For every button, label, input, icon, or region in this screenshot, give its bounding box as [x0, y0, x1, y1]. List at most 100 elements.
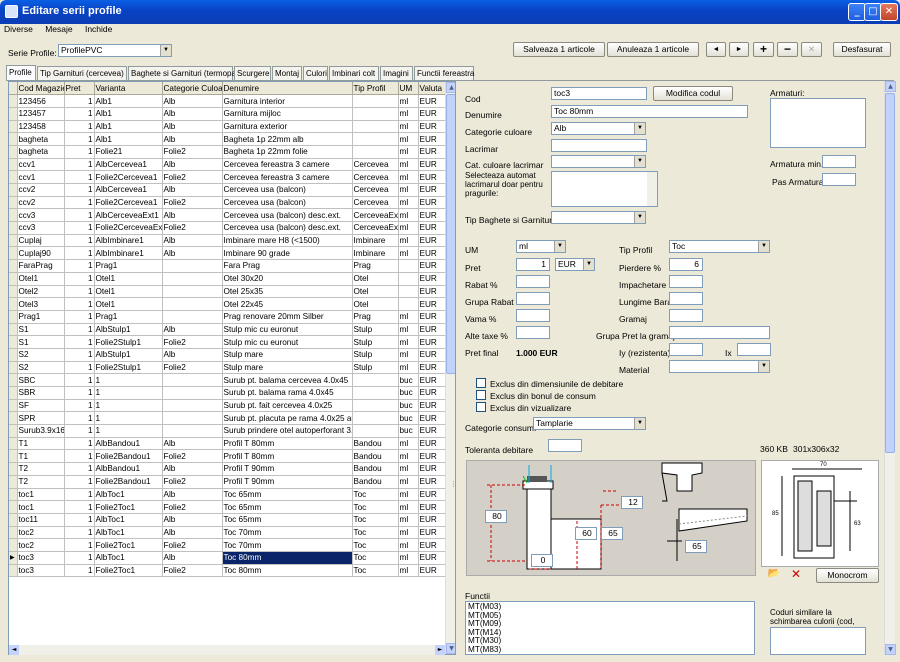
table-cell[interactable]: 1	[64, 348, 95, 362]
table-cell[interactable]: T1	[17, 449, 65, 464]
tab-montaj[interactable]: Montaj	[272, 66, 302, 80]
table-cell[interactable]: ml	[398, 145, 419, 159]
table-cell[interactable]: Stulp mic cu euronut	[222, 323, 353, 337]
table-cell[interactable]: EUR	[418, 348, 447, 362]
table-cell[interactable]: 1	[64, 297, 95, 311]
table-cell[interactable]: Toc	[352, 564, 399, 578]
table-cell[interactable]: SBR	[17, 386, 65, 400]
table-cell[interactable]: Garnitura exterior	[222, 120, 353, 134]
table-row[interactable]: FaraPrag 1 Prag1 Fara Prag Prag EUR	[9, 259, 447, 273]
table-cell[interactable]	[398, 297, 419, 311]
table-cell[interactable]: S2	[17, 348, 65, 362]
menu-mesaje[interactable]: Mesaje	[45, 24, 72, 34]
table-cell[interactable]: Stulp mare	[222, 348, 353, 362]
table-cell[interactable]	[352, 411, 399, 426]
panel-scrollbar[interactable]: ▲ ▼	[884, 81, 896, 655]
table-cell[interactable]: S1	[17, 323, 65, 337]
selecteaza-memo[interactable]	[551, 171, 658, 207]
table-cell[interactable]: Cercevea	[352, 196, 399, 210]
tab-tip-garnituri[interactable]: Tip Garnituri (cercevea)	[37, 66, 127, 80]
row-indicator[interactable]	[9, 488, 18, 502]
table-cell[interactable]: Garnitura mijloc	[222, 107, 353, 121]
table-cell[interactable]: 1	[64, 221, 95, 235]
table-cell[interactable]: 1	[64, 145, 95, 159]
row-indicator[interactable]	[9, 94, 18, 108]
table-row[interactable]: S2 1 AlbStulp1 Alb Stulp mare Stulp ml EUR	[9, 348, 447, 362]
exclus-bon-checkbox[interactable]	[476, 390, 486, 400]
table-cell[interactable]: T2	[17, 462, 65, 476]
toleranta-field[interactable]	[548, 439, 582, 452]
table-cell[interactable]: buc	[398, 373, 419, 387]
column-header[interactable]: Varianta	[94, 82, 163, 96]
table-cell[interactable]: EUR	[418, 399, 447, 413]
row-indicator[interactable]	[9, 297, 18, 311]
memo-scrollbar[interactable]	[647, 172, 657, 206]
scroll-thumb[interactable]	[446, 94, 455, 374]
table-cell[interactable]: Toc 65mm	[222, 488, 353, 502]
add-icon[interactable]: +	[753, 42, 774, 57]
table-cell[interactable]: Alb	[162, 513, 223, 527]
table-cell[interactable]: Otel1	[94, 285, 163, 299]
table-cell[interactable]: ml	[398, 462, 419, 476]
table-cell[interactable]: ml	[398, 513, 419, 527]
table-row[interactable]: 123456 1 Alb1 Alb Garnitura interior ml EUR	[9, 94, 447, 108]
table-cell[interactable]: 1	[94, 373, 163, 387]
table-row[interactable]: ccv3 1 AlbCerceveaExt1 Alb Cercevea usa (bal…	[9, 208, 447, 223]
scroll-right-icon[interactable]: ►	[435, 645, 445, 655]
table-cell[interactable]	[162, 386, 223, 400]
row-indicator[interactable]	[9, 449, 18, 464]
serie-combo[interactable]: ProfilePVC ▼	[58, 44, 172, 57]
table-cell[interactable]: 1	[64, 500, 95, 514]
table-cell[interactable]: EUR	[418, 196, 447, 210]
table-cell[interactable]: ml	[398, 132, 419, 146]
row-indicator[interactable]	[9, 196, 18, 210]
row-indicator[interactable]	[9, 538, 18, 552]
table-cell[interactable]: Folie2	[162, 361, 223, 375]
table-cell[interactable]: Toc	[352, 538, 399, 552]
table-cell[interactable]: 1	[64, 411, 95, 426]
table-cell[interactable]: Prag1	[94, 310, 163, 324]
table-cell[interactable]: toc3	[17, 551, 65, 565]
table-cell[interactable]: 1	[64, 234, 95, 248]
dim-60[interactable]: 60	[575, 527, 597, 540]
row-indicator[interactable]	[9, 361, 18, 375]
functii-list[interactable]: MT(M03) MT(M05) MT(M09) MT(M14) MT(M30) …	[465, 601, 755, 655]
table-cell[interactable]: ml	[398, 120, 419, 134]
close-button[interactable]: ✕	[880, 3, 898, 21]
table-cell[interactable]: Folie2Cercevea1	[94, 170, 163, 184]
column-header[interactable]: Categorie Culoare	[162, 82, 223, 96]
table-cell[interactable]: bagheta	[17, 132, 65, 146]
table-cell[interactable]	[162, 411, 223, 426]
table-row[interactable]: Cuplaj90 1 AlbImbinare1 Alb Imbinare 90 grad…	[9, 246, 447, 261]
denumire-field[interactable]: Toc 80mm	[551, 105, 748, 118]
table-row[interactable]: ccv2 1 AlbCercevea1 Alb Cercevea usa (balcon…	[9, 183, 447, 197]
table-cell[interactable]: 1	[64, 272, 95, 286]
um-combo[interactable]: ml ▼	[516, 240, 566, 253]
table-cell[interactable]: Alb	[162, 246, 223, 261]
table-cell[interactable]: toc11	[17, 513, 65, 527]
table-cell[interactable]: ml	[398, 449, 419, 464]
table-cell[interactable]: EUR	[418, 297, 447, 311]
table-cell[interactable]: Toc 70mm	[222, 538, 353, 552]
row-indicator[interactable]	[9, 170, 18, 184]
row-indicator[interactable]	[9, 285, 18, 299]
table-row[interactable]: bagheta 1 Alb1 Alb Bagheta 1p 22mm alb ml EUR	[9, 132, 447, 146]
table-cell[interactable]: Alb	[162, 323, 223, 337]
table-row[interactable]: 123458 1 Alb1 Alb Garnitura exterior ml EUR	[9, 120, 447, 134]
table-cell[interactable]: ml	[398, 158, 419, 172]
table-cell[interactable]: Surub3.9x16	[17, 424, 65, 438]
table-cell[interactable]	[398, 272, 419, 286]
table-row[interactable]: ccv1 1 AlbCercevea1 Alb Cercevea fereastra 3…	[9, 158, 447, 172]
table-cell[interactable]: EUR	[418, 310, 447, 324]
table-cell[interactable]: EUR	[418, 411, 447, 426]
row-indicator[interactable]	[9, 272, 18, 286]
table-cell[interactable]: Otel2	[17, 285, 65, 299]
table-cell[interactable]: SF	[17, 399, 65, 413]
table-cell[interactable]: Otel 22x45	[222, 297, 353, 311]
table-cell[interactable]: 1	[64, 526, 95, 540]
table-cell[interactable]: Folie21	[94, 145, 163, 159]
table-cell[interactable]: EUR	[418, 386, 447, 400]
table-row[interactable]: SBR 1 1 Surub pt. balama rama 4.0x45 buc EUR	[9, 386, 447, 400]
table-cell[interactable]: Imbinare	[352, 234, 399, 248]
table-row[interactable]: SBC 1 1 Surub pt. balama cercevea 4.0x45 buc…	[9, 373, 447, 387]
